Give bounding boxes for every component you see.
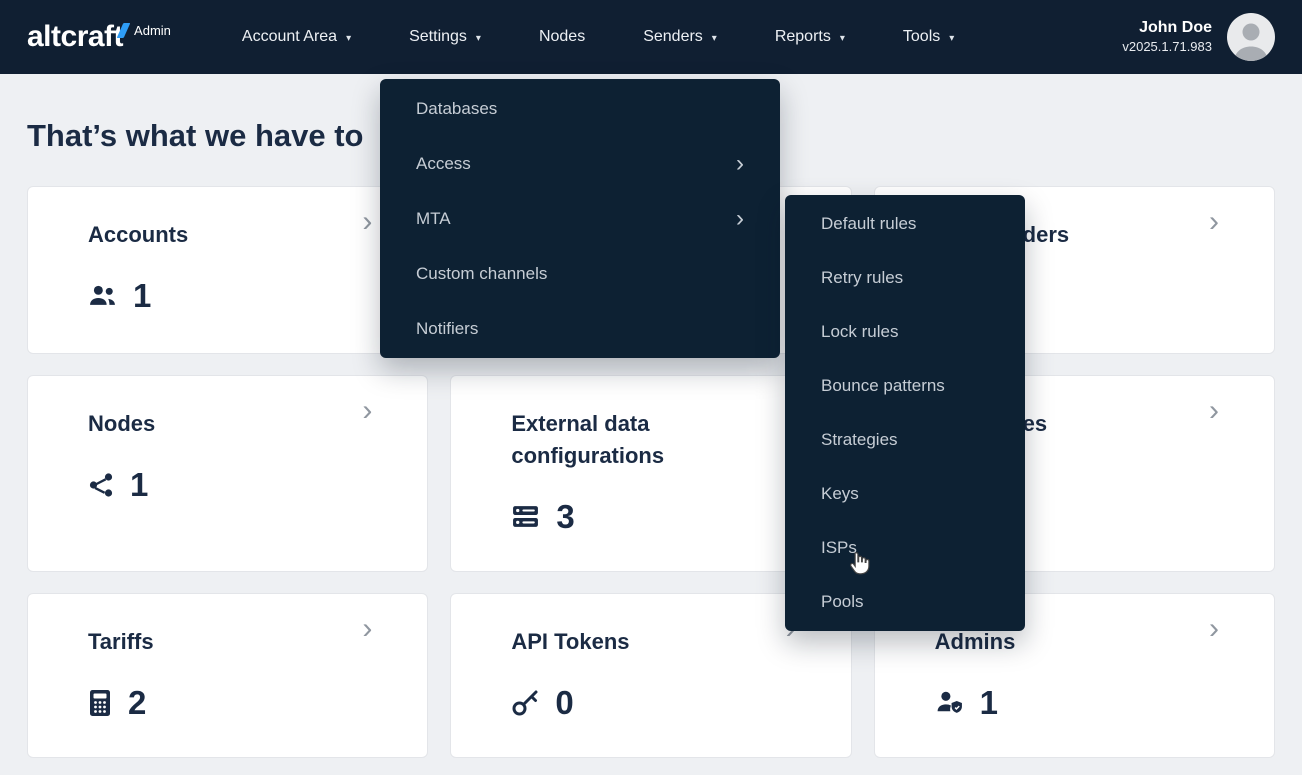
caret-down-icon: ▾ xyxy=(840,33,845,44)
card-stat: 1 xyxy=(88,466,337,504)
menu-item-databases[interactable]: Databases xyxy=(380,81,780,136)
nav-item-label: Account Area xyxy=(242,28,337,46)
card-title: Tariffs xyxy=(88,626,337,658)
avatar[interactable] xyxy=(1227,13,1275,61)
menu-item-default-rules[interactable]: Default rules xyxy=(785,197,1025,251)
logo-text: altcraft xyxy=(27,22,123,52)
card-count: 3 xyxy=(556,498,574,536)
chevron-right-icon: › xyxy=(1209,614,1219,644)
menu-item-label: Bounce patterns xyxy=(821,376,945,396)
menu-item-label: Keys xyxy=(821,484,859,504)
card-count: 1 xyxy=(130,466,148,504)
card-title: Accounts xyxy=(88,219,337,251)
nav-item-senders[interactable]: Senders ▾ xyxy=(614,0,746,74)
menu-item-keys[interactable]: Keys xyxy=(785,467,1025,521)
nav-item-label: Settings xyxy=(409,28,467,46)
chevron-right-icon: › xyxy=(1209,207,1219,237)
nav-item-reports[interactable]: Reports ▾ xyxy=(746,0,874,74)
menu-item-label: Strategies xyxy=(821,430,898,450)
server-icon xyxy=(511,503,540,530)
card-accounts[interactable]: Accounts › 1 xyxy=(27,186,428,354)
menu-item-label: Databases xyxy=(416,99,497,119)
card-stat: 2 xyxy=(88,684,337,722)
menu-item-label: MTA xyxy=(416,209,451,229)
menu-item-notifiers[interactable]: Notifiers xyxy=(380,301,780,356)
card-count: 2 xyxy=(128,684,146,722)
card-title: Nodes xyxy=(88,408,337,440)
card-title: API Tokens xyxy=(511,626,760,658)
card-count: 0 xyxy=(555,684,573,722)
nav-item-account-area[interactable]: Account Area ▾ xyxy=(213,0,380,74)
page-title: That’s what we have to xyxy=(27,118,363,154)
card-stat: 1 xyxy=(88,277,337,315)
caret-down-icon: ▾ xyxy=(949,33,954,44)
user-info: John Doe v2025.1.71.983 xyxy=(1122,18,1212,56)
caret-down-icon: ▾ xyxy=(476,33,481,44)
card-tariffs[interactable]: Tariffs › 2 xyxy=(27,593,428,758)
menu-item-label: Lock rules xyxy=(821,322,898,342)
share-icon xyxy=(88,472,114,498)
card-stat: 3 xyxy=(511,498,760,536)
card-title: External data configurations xyxy=(511,408,760,472)
menu-item-strategies[interactable]: Strategies xyxy=(785,413,1025,467)
card-stat: 1 xyxy=(935,684,1184,722)
menu-item-label: Retry rules xyxy=(821,268,903,288)
admin-shield-icon xyxy=(935,689,964,716)
menu-item-isps[interactable]: ISPs xyxy=(785,521,1025,575)
nav-item-label: Nodes xyxy=(539,28,585,46)
key-icon xyxy=(511,689,539,717)
card-nodes[interactable]: Nodes › 1 xyxy=(27,375,428,572)
menu-item-custom-channels[interactable]: Custom channels xyxy=(380,246,780,301)
nav-item-settings[interactable]: Settings ▾ xyxy=(380,0,510,74)
chevron-right-icon: › xyxy=(736,207,744,231)
card-count: 1 xyxy=(133,277,151,315)
settings-dropdown: Databases Access › MTA › Custom channels… xyxy=(380,79,780,358)
calculator-icon xyxy=(88,689,112,717)
menu-item-pools[interactable]: Pools xyxy=(785,575,1025,629)
app-version: v2025.1.71.983 xyxy=(1122,39,1212,56)
menu-item-label: Access xyxy=(416,154,471,174)
chevron-right-icon: › xyxy=(736,152,744,176)
user-name: John Doe xyxy=(1122,18,1212,39)
menu-item-label: Default rules xyxy=(821,214,916,234)
chevron-right-icon: › xyxy=(362,396,372,426)
card-stat: 0 xyxy=(511,684,760,722)
nav-item-nodes[interactable]: Nodes xyxy=(510,0,614,74)
nav-item-tools[interactable]: Tools ▾ xyxy=(874,0,983,74)
menu-item-bounce-patterns[interactable]: Bounce patterns xyxy=(785,359,1025,413)
menu-item-label: ISPs xyxy=(821,538,857,558)
caret-down-icon: ▾ xyxy=(346,33,351,44)
nav-item-label: Tools xyxy=(903,28,940,46)
chevron-right-icon: › xyxy=(362,207,372,237)
logo-badge: Admin xyxy=(134,23,171,38)
menu-item-retry-rules[interactable]: Retry rules xyxy=(785,251,1025,305)
chevron-right-icon: › xyxy=(362,614,372,644)
logo[interactable]: altcraft Admin xyxy=(27,22,171,52)
main-nav: Account Area ▾ Settings ▾ Nodes Senders … xyxy=(213,0,983,74)
nav-item-label: Reports xyxy=(775,28,831,46)
menu-item-access[interactable]: Access › xyxy=(380,136,780,191)
card-count: 1 xyxy=(980,684,998,722)
user-menu[interactable]: John Doe v2025.1.71.983 xyxy=(1122,13,1275,61)
navbar: altcraft Admin Account Area ▾ Settings ▾… xyxy=(0,0,1302,74)
person-silhouette-icon xyxy=(1227,13,1275,61)
nav-item-label: Senders xyxy=(643,28,703,46)
menu-item-lock-rules[interactable]: Lock rules xyxy=(785,305,1025,359)
mta-submenu: Default rules Retry rules Lock rules Bou… xyxy=(785,195,1025,631)
menu-item-label: Pools xyxy=(821,592,864,612)
chevron-right-icon: › xyxy=(1209,396,1219,426)
menu-item-label: Notifiers xyxy=(416,319,478,339)
caret-down-icon: ▾ xyxy=(712,33,717,44)
users-icon xyxy=(88,283,117,308)
menu-item-label: Custom channels xyxy=(416,264,547,284)
menu-item-mta[interactable]: MTA › xyxy=(380,191,780,246)
